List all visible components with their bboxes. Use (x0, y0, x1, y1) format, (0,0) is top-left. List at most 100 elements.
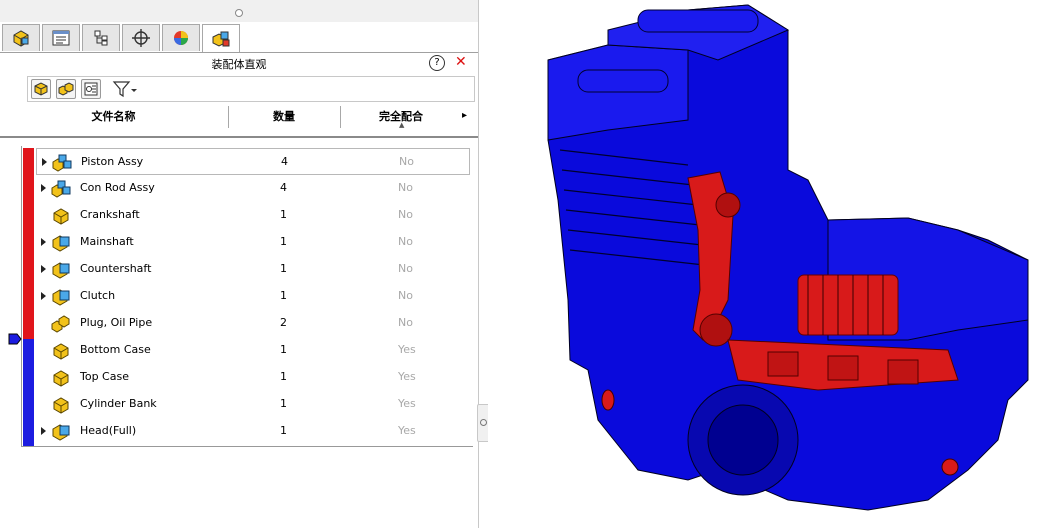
component-quantity: 1 (280, 262, 287, 275)
part-icon (51, 342, 71, 360)
component-name: Con Rod Assy (80, 181, 155, 194)
manager-tabs (0, 24, 478, 53)
component-fully-mated: Yes (398, 370, 416, 383)
component-quantity: 1 (280, 289, 287, 302)
component-quantity: 1 (280, 208, 287, 221)
component-fully-mated: Yes (398, 424, 416, 437)
component-name: Head(Full) (80, 424, 137, 437)
component-fully-mated: Yes (398, 397, 416, 410)
list-item[interactable]: Mainshaft 1 No (36, 229, 470, 256)
component-name: Countershaft (80, 262, 152, 275)
component-fully-mated: No (398, 181, 413, 194)
component-name: Piston Assy (81, 155, 144, 168)
component-fully-mated: No (399, 155, 414, 168)
assembly-icon (51, 423, 71, 441)
component-quantity: 1 (280, 343, 287, 356)
color-bar-red-segment (23, 148, 34, 339)
part-icon (51, 396, 71, 414)
column-qty-header[interactable]: 数量 (229, 106, 339, 128)
filter-dropdown[interactable] (112, 79, 138, 99)
part-icon (51, 369, 71, 387)
component-quantity: 1 (280, 235, 287, 248)
subassembly-icon (51, 180, 71, 198)
more-columns-icon[interactable]: ▸ (462, 110, 467, 121)
list-item[interactable]: Countershaft 1 No (36, 256, 470, 283)
component-name: Plug, Oil Pipe (80, 316, 153, 329)
component-quantity: 1 (280, 370, 287, 383)
list-item[interactable]: Head(Full) 1 Yes (36, 418, 470, 445)
column-name-header[interactable]: 文件名称 (0, 106, 227, 128)
flat-view-button[interactable] (31, 79, 51, 99)
panel-title: 装配体直观 (211, 58, 267, 71)
list-item[interactable]: Plug, Oil Pipe 2 No (36, 310, 470, 337)
tab-display-manager[interactable] (162, 24, 200, 51)
list-item[interactable]: Bottom Case 1 Yes (36, 337, 470, 364)
nested-view-button[interactable] (56, 79, 76, 99)
assembly-icon (13, 30, 29, 47)
graphics-viewport[interactable] (488, 0, 1050, 528)
nested-parts-icon (58, 82, 74, 96)
component-name: Bottom Case (80, 343, 151, 356)
expand-arrow-icon[interactable] (41, 238, 46, 246)
tab-assembly-visualization[interactable] (202, 24, 240, 52)
expand-arrow-icon[interactable] (41, 292, 46, 300)
component-fully-mated: Yes (398, 343, 416, 356)
list-item[interactable]: Cylinder Bank 1 Yes (36, 391, 470, 418)
visualization-toolbar (27, 76, 475, 102)
component-fully-mated: No (398, 316, 413, 329)
color-slider-handle-icon[interactable] (8, 333, 22, 345)
configuration-manager-icon (94, 30, 108, 46)
tab-dimxpert-manager[interactable] (122, 24, 160, 51)
multi-part-icon (51, 315, 71, 333)
visualization-color-bar (23, 148, 34, 446)
collapse-grip-icon[interactable] (235, 9, 243, 17)
filter-funnel-icon (112, 81, 137, 98)
assembly-icon (51, 261, 71, 279)
dimxpert-icon (132, 29, 150, 47)
list-item[interactable]: Piston Assy 4 No (36, 148, 470, 175)
assembly-visualization-icon (212, 31, 230, 47)
component-quantity: 1 (280, 424, 287, 437)
component-quantity: 2 (280, 316, 287, 329)
subassembly-icon (52, 154, 72, 172)
color-bar-blue-segment (23, 339, 34, 446)
assembly-visualization-panel: 装配体直观 ? ✕ 文件名称 数量 完全配合 ▲ ▸ Piston Assy 4 N… (0, 0, 479, 528)
assembly-icon (51, 288, 71, 306)
component-name: Top Case (80, 370, 129, 383)
engine-model[interactable] (488, 0, 1050, 528)
component-name: Cylinder Bank (80, 397, 157, 410)
component-fully-mated: No (398, 208, 413, 221)
sort-ascending-icon: ▲ (399, 121, 405, 129)
clutch-gears (797, 274, 899, 336)
list-item[interactable]: Clutch 1 No (36, 283, 470, 310)
component-name: Crankshaft (80, 208, 140, 221)
expand-arrow-icon[interactable] (42, 158, 47, 166)
part-icon (51, 207, 71, 225)
column-settings-button[interactable] (81, 79, 101, 99)
list-item[interactable]: Crankshaft 1 No (36, 202, 470, 229)
property-manager-icon (52, 30, 70, 46)
tab-configuration-manager[interactable] (82, 24, 120, 51)
component-quantity: 4 (281, 155, 288, 168)
cube-flat-icon (34, 82, 48, 96)
column-settings-icon (84, 82, 98, 96)
tab-feature-manager[interactable] (2, 24, 40, 51)
component-fully-mated: No (398, 235, 413, 248)
tab-property-manager[interactable] (42, 24, 80, 51)
panel-top-bar (0, 0, 478, 22)
expand-arrow-icon[interactable] (41, 184, 46, 192)
close-icon[interactable]: ✕ (455, 54, 467, 70)
component-name: Mainshaft (80, 235, 134, 248)
component-quantity: 1 (280, 397, 287, 410)
component-fully-mated: No (398, 289, 413, 302)
component-fully-mated: No (398, 262, 413, 275)
component-name: Clutch (80, 289, 116, 302)
help-icon[interactable]: ? (429, 55, 445, 71)
list-item[interactable]: Top Case 1 Yes (36, 364, 470, 391)
column-header: 文件名称 数量 完全配合 ▲ ▸ (0, 106, 478, 138)
assembly-icon (51, 234, 71, 252)
expand-arrow-icon[interactable] (41, 427, 46, 435)
display-manager-icon (174, 31, 188, 45)
list-item[interactable]: Con Rod Assy 4 No (36, 175, 470, 202)
expand-arrow-icon[interactable] (41, 265, 46, 273)
